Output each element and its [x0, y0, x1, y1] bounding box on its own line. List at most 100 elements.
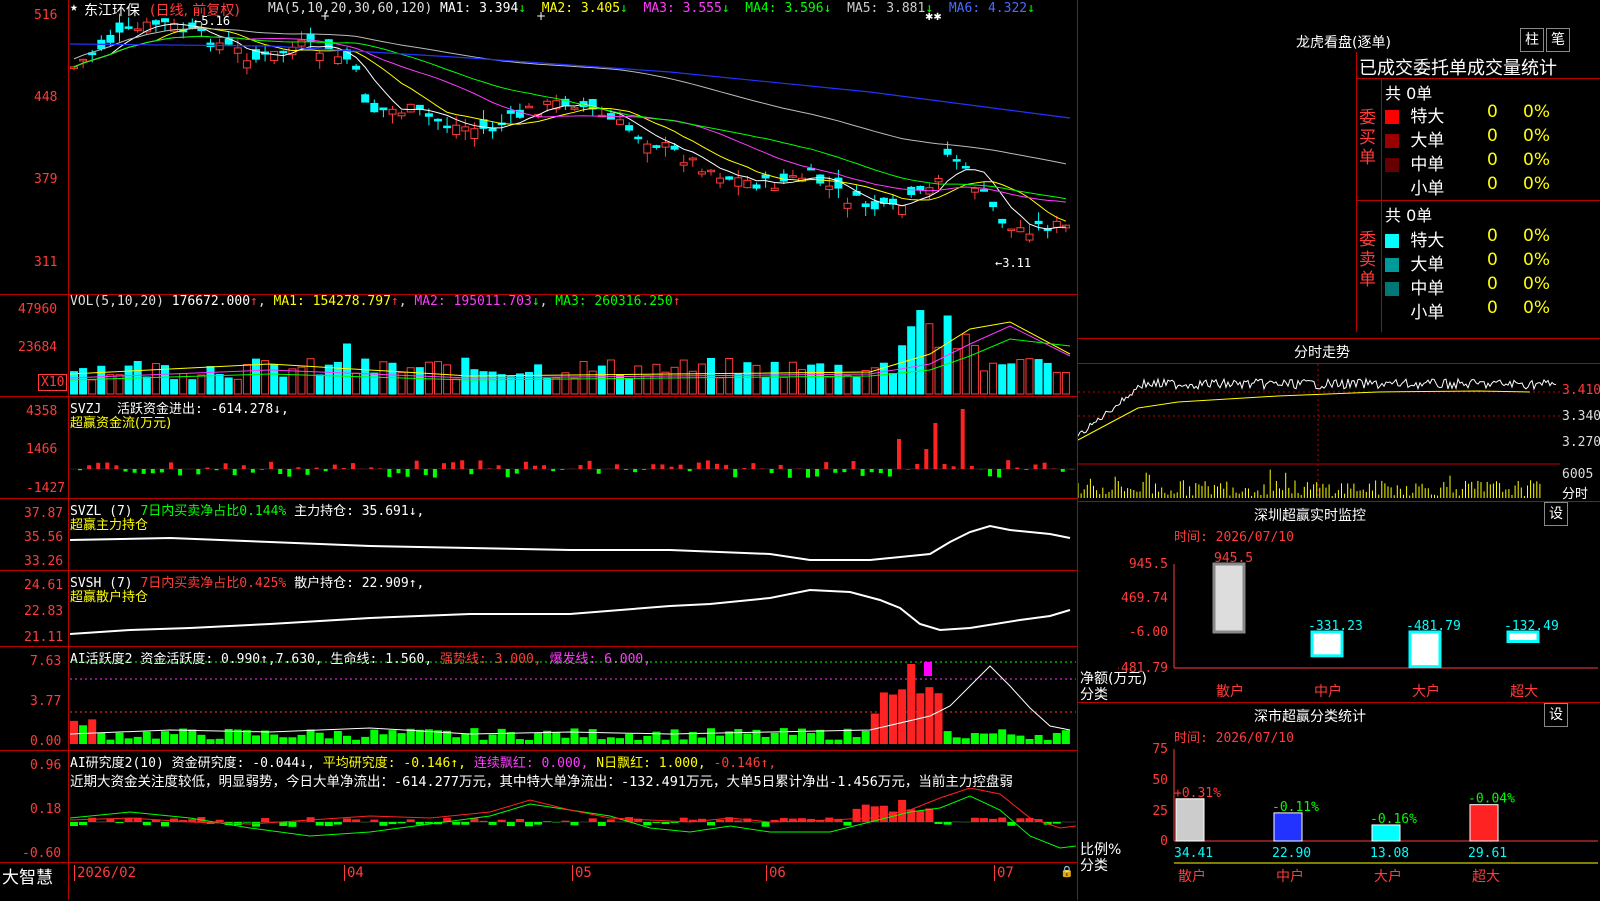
sz-monitor-settings-button[interactable]: 设: [1544, 502, 1568, 526]
lock-icon[interactable]: 🔒: [1060, 865, 1074, 878]
research-bar: [352, 819, 360, 822]
activity-bar: [561, 738, 569, 744]
sz-monitor-bar-name: 大户: [1412, 683, 1440, 700]
volume-bar: [717, 378, 724, 394]
volume-bar: [571, 378, 578, 394]
flow-bar: [615, 464, 619, 469]
sz-monitor-chart[interactable]: 945.5469.74-6.00-481.79945.5散户-331.23中户-…: [1118, 546, 1600, 702]
flow-bar: [670, 467, 674, 469]
flow-bar: [460, 460, 464, 469]
volume-bar: [152, 364, 159, 394]
flow-bar: [697, 463, 701, 469]
sz-monitor-panel[interactable]: 深圳超赢实时监控 设 时间: 2026/07/10 净额(万元) 分类 945.…: [1078, 502, 1600, 703]
flow-bar: [997, 469, 1001, 477]
research-bar: [480, 821, 488, 822]
sz-class-settings-button[interactable]: 设: [1544, 703, 1568, 727]
research-bar: [716, 820, 724, 822]
double-star-marker: ✱✱: [925, 12, 942, 23]
flow-bar: [114, 465, 118, 469]
intraday-panel[interactable]: 分时走势 3.410 3.340 3.270 6005 分时: [1078, 339, 1600, 502]
flow-bar: [96, 463, 100, 469]
flow-bar: [342, 468, 346, 469]
volume-bar: [799, 370, 806, 394]
sz-monitor-bar-value: -132.49: [1504, 619, 1559, 634]
intraday-axis-2: 3.340: [1562, 409, 1600, 424]
candle-body: [635, 137, 642, 139]
buy-row: 大单 0 0%: [1385, 126, 1599, 148]
ai-research-panel[interactable]: AI研究度2(10) 资金研究度: -0.044↓, 平均研究度: -0.146…: [0, 750, 1077, 862]
ai2-t1: 资金研究度: -0.044↓,: [172, 756, 315, 771]
candle-body: [271, 51, 278, 60]
activity-bar: [197, 735, 205, 744]
activity-bar: [671, 729, 679, 744]
flow-bar: [387, 469, 391, 477]
activity-bar: [1044, 740, 1052, 744]
svsh-panel[interactable]: SVSH (7) 7日内买卖净占比0.425% 散户持仓: 22.909↑, 超…: [0, 570, 1077, 647]
flow-bar: [160, 469, 164, 472]
flow-bar: [706, 460, 710, 469]
volume-panel[interactable]: VOL(5,10,20) 176672.000↑, MA1: 154278.79…: [0, 294, 1077, 397]
research-bar: [543, 821, 551, 822]
svzj-panel[interactable]: SVZJ 活跃资金进出: -614.278↓, 超赢资金流(万元) 4358 1…: [0, 396, 1077, 499]
bar-mode-button[interactable]: 柱: [1520, 28, 1544, 52]
candlestick-chart[interactable]: ++✱✱: [70, 0, 1076, 294]
sz-monitor-bar: [1410, 632, 1440, 667]
research-bar: [288, 822, 296, 827]
volume-bar: [635, 366, 642, 394]
sz-class-panel[interactable]: 深市超赢分类统计 设 时间: 2026/07/10 比例% 分类 7550250…: [1078, 703, 1600, 900]
flow-bar: [215, 469, 219, 470]
svsh-chart[interactable]: [70, 570, 1076, 645]
activity-bar: [88, 719, 96, 744]
research-bar: [534, 822, 542, 825]
candle-body: [990, 202, 997, 206]
buy-row-name: 大单: [1410, 131, 1444, 151]
sz-class-bar-pct: +0.31%: [1174, 786, 1221, 801]
flow-bar: [742, 468, 746, 469]
svzl-panel[interactable]: SVZL (7) 7日内买卖净占比0.144% 主力持仓: 35.691↓, 超…: [0, 498, 1077, 571]
volume-bar: [89, 380, 96, 394]
flow-bar: [306, 469, 310, 475]
activity-bar: [762, 737, 770, 744]
volume-bar: [198, 375, 205, 394]
activity-bar: [379, 734, 387, 744]
sz-class-chart[interactable]: 7550250+0.31%34.41散户-0.11%22.90中户-0.16%1…: [1118, 743, 1600, 900]
activity-bar: [325, 738, 333, 744]
activity-bar: [452, 737, 460, 744]
flow-bar: [924, 449, 928, 469]
buy-row: 中单 0 0%: [1385, 150, 1599, 172]
research-bar: [734, 820, 742, 822]
volume-bar: [371, 373, 378, 394]
sz-monitor-xlabel: 分类: [1080, 684, 1108, 704]
intraday-chart[interactable]: [1078, 364, 1560, 500]
volume-bar: [817, 364, 824, 394]
ai-activity-panel[interactable]: AI活跃度2 资金活跃度: 0.990↑,7.630, 生命线: 1.560, …: [0, 646, 1077, 751]
research-bar: [452, 822, 460, 825]
buy-color-swatch: [1385, 182, 1399, 196]
flow-bar: [943, 464, 947, 469]
left-chart-area[interactable]: ★ 东江环保 (日线, 前复权) MA(5,10,20,30,60,120) M…: [0, 0, 1078, 900]
volume-bar: [680, 360, 687, 394]
volume-chart[interactable]: [70, 294, 1076, 395]
longhu-panel[interactable]: 龙虎看盘(逐单) 柱 笔 已成交委托单成交量统计 委买单 共 0单 特大 0 0…: [1078, 0, 1600, 339]
sz-class-xlabel: 分类: [1080, 855, 1108, 875]
activity-bar: [316, 733, 324, 744]
flow-bar: [651, 464, 655, 469]
activity-bar: [980, 734, 988, 744]
research-bar: [416, 822, 424, 825]
sz-monitor-title: 深圳超赢实时监控: [1254, 505, 1366, 525]
flow-bar: [815, 469, 819, 476]
activity-bar: [288, 737, 296, 744]
research-bar: [916, 811, 924, 822]
price-panel[interactable]: ★ 东江环保 (日线, 前复权) MA(5,10,20,30,60,120) M…: [0, 0, 1077, 295]
ai-activity-chart[interactable]: [70, 646, 1076, 749]
flow-bar: [433, 469, 437, 478]
flow-bar: [515, 469, 519, 474]
ai-research-chart[interactable]: [70, 788, 1076, 862]
flow-bar: [879, 469, 883, 473]
svzl-chart[interactable]: [70, 498, 1076, 569]
activity-bar: [416, 730, 424, 744]
main-holding-line: [70, 526, 1070, 560]
price-axis-3: 379: [34, 172, 57, 187]
tick-mode-button[interactable]: 笔: [1546, 28, 1570, 52]
svzj-chart[interactable]: [70, 396, 1076, 497]
